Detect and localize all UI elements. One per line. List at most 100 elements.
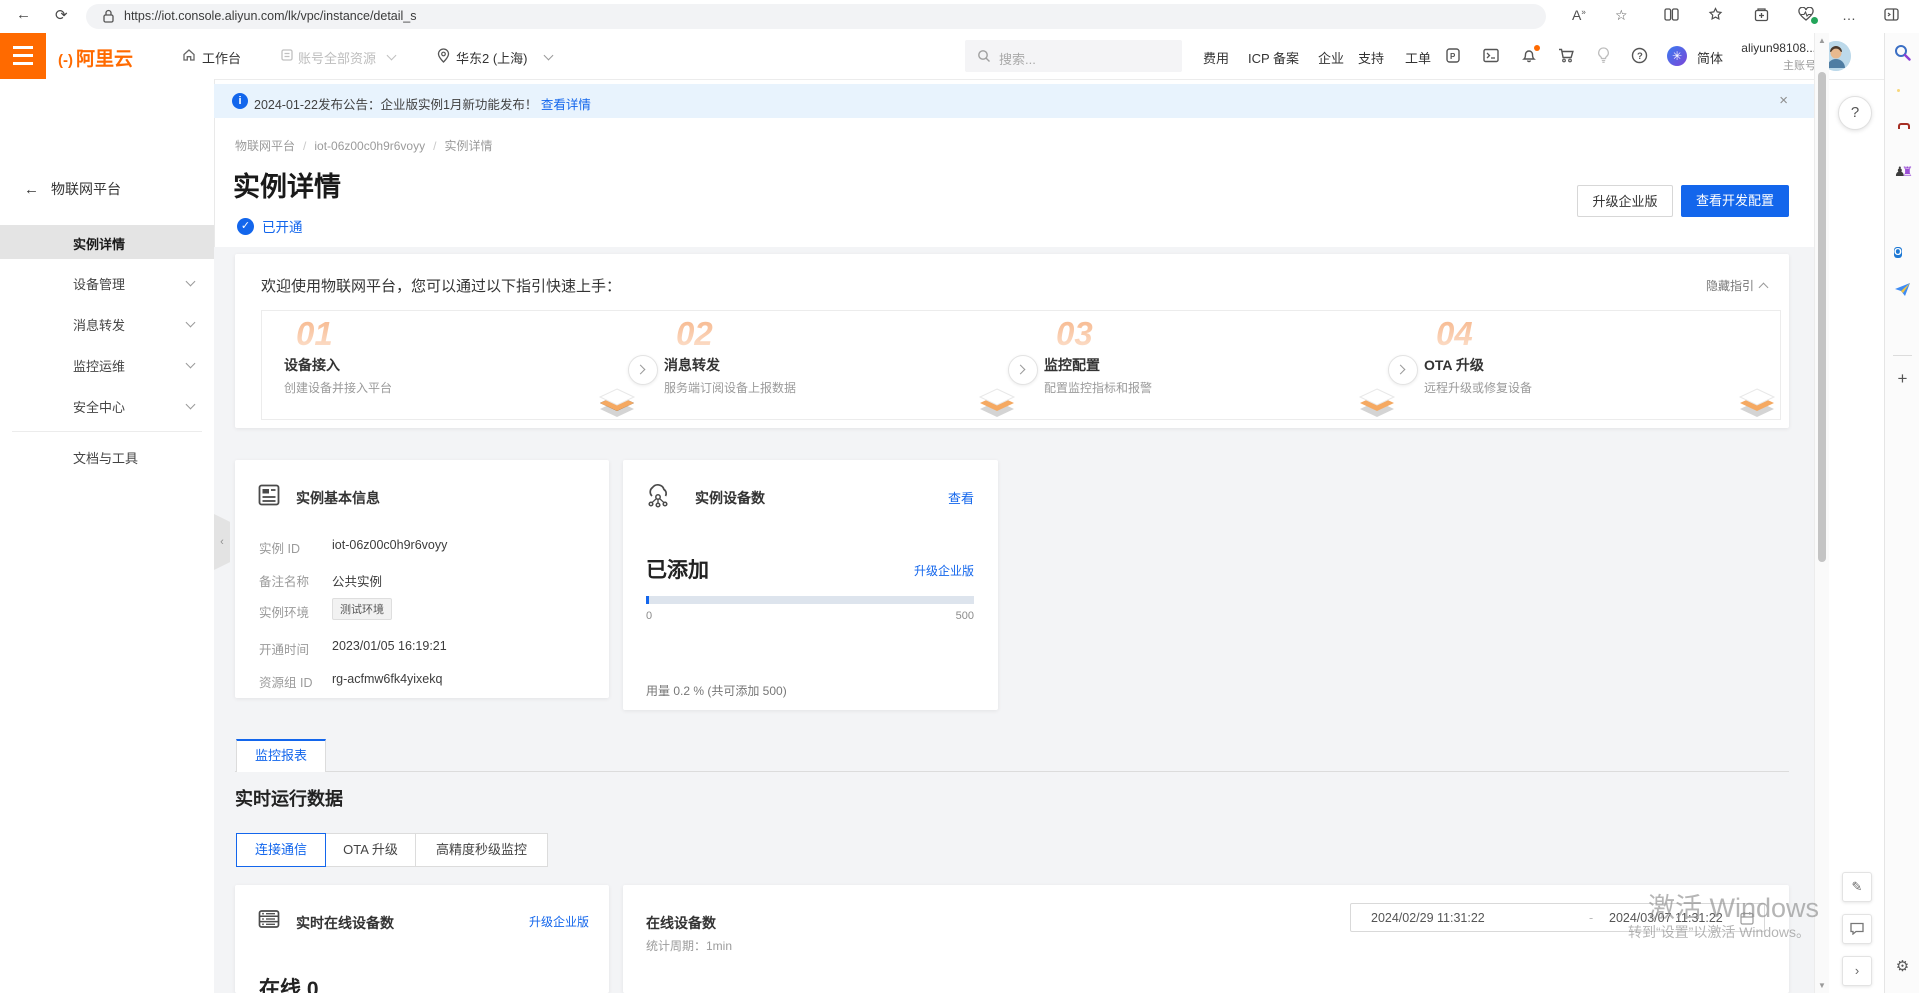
sidebar-item-message-forwarding[interactable]: 消息转发 [0,306,214,340]
sidebar-item-monitoring-ops[interactable]: 监控运维 [0,347,214,381]
tab-monitor-report[interactable]: 监控报表 [236,739,326,772]
instance-device-count-card: 实例设备数 查看 已添加 升级企业版 0 500 用量 0.2 % (共可添加 … [623,460,998,710]
aliyun-logo[interactable]: (-) 阿里云 [58,44,133,71]
edge-add-icon[interactable]: + [1894,369,1911,386]
tab-connection-comm[interactable]: 连接通信 [236,833,326,867]
assistant-compass-icon[interactable]: ✳ [1667,46,1687,66]
scroll-down-arrow-icon[interactable]: ▼ [1818,981,1826,990]
instance-basic-info-card: 实例基本信息 实例 ID iot-06z00c0h9r6voyy 备注名称 公共… [235,460,609,698]
scrollbar-thumb[interactable] [1818,72,1826,562]
step-number: 04 [1436,315,1473,353]
edge-search-icon[interactable] [1894,44,1911,61]
favorites-hub-icon[interactable] [1708,7,1723,22]
svg-text:?: ? [1637,51,1643,62]
browser-menu-icon[interactable]: … [1842,7,1857,23]
tab-ota-upgrade[interactable]: OTA 升级 [325,833,416,867]
tab-high-precision-monitor[interactable]: 高精度秒级监控 [415,833,548,867]
guide-step-message-forwarding[interactable]: 02 消息转发 服务端订阅设备上报数据 [642,311,1022,419]
view-dev-config-button[interactable]: 查看开发配置 [1681,185,1789,217]
edge-drop-plane-icon[interactable] [1894,282,1911,299]
edge-outlook-icon[interactable]: O [1894,242,1911,259]
step-title: 监控配置 [1044,355,1100,375]
sidebar-item-device-management[interactable]: 设备管理 [0,265,214,299]
edge-sidebar: ♟♜ O + ⚙ [1884,33,1919,993]
edge-tools-icon[interactable] [1894,127,1911,144]
date-to-value[interactable]: 2024/03/07 11:31:22 [1609,911,1723,925]
step-desc: 创建设备并接入平台 [284,379,392,396]
nav-region-selector[interactable]: 华东2 (上海) [456,48,528,67]
browser-refresh-icon[interactable]: ⟳ [55,6,68,24]
announcement-banner: i 2024-01-22发布公告：企业版实例1月新功能发布！ 查看详情 × [214,84,1814,118]
banner-close-icon[interactable]: × [1779,92,1788,109]
view-link[interactable]: 查看 [948,488,974,507]
sidebar-item-instance-detail[interactable]: 实例详情 [0,225,214,259]
collections-icon[interactable] [1754,7,1769,22]
sidebar-collapse-handle[interactable]: ‹ [214,514,230,570]
announcement-detail-link[interactable]: 查看详情 [541,98,591,112]
device-count-title: 实例设备数 [695,488,765,508]
products-menu-button[interactable] [0,33,46,79]
calendar-icon[interactable] [1740,911,1754,925]
edge-shopping-tag-icon[interactable] [1894,86,1911,103]
guide-step-ota-upgrade[interactable]: 04 OTA 升级 远程升级或修复设备 [1402,311,1782,419]
upgrade-enterprise-link[interactable]: 升级企业版 [529,913,589,930]
edge-settings-gear-icon[interactable]: ⚙ [1894,957,1911,974]
edge-sidebar-divider [1893,355,1912,356]
read-aloud-icon[interactable]: A» [1572,7,1586,23]
split-screen-icon[interactable] [1664,7,1679,22]
help-icon[interactable]: ? [1631,47,1648,64]
app-download-icon[interactable]: P [1445,47,1461,64]
date-range-picker[interactable]: 2024/02/29 11:31:22 - 2024/03/07 11:31:2… [1350,903,1765,932]
url-text[interactable]: https://iot.console.aliyun.com/lk/vpc/in… [124,9,417,23]
step-desc: 远程升级或修复设备 [1424,379,1532,396]
nav-support[interactable]: 支持 [1358,48,1384,67]
edge-copilot-icon[interactable] [1894,203,1911,220]
guide-next-chevron[interactable] [1008,355,1038,385]
account-info[interactable]: aliyun98108... 主账号 [1736,41,1816,73]
nav-tickets[interactable]: 工单 [1405,48,1431,67]
terminal-icon[interactable] [1483,48,1499,63]
console-search-input[interactable]: 搜索... [965,40,1182,72]
date-from-value[interactable]: 2024/02/29 11:31:22 [1371,911,1485,925]
chevron-down-icon [186,318,196,328]
browser-back-icon[interactable]: ← [16,6,31,23]
guide-step-device-access[interactable]: 01 设备接入 创建设备并接入平台 [262,311,642,419]
nav-language[interactable]: 简体 [1697,48,1723,67]
hide-guide-link[interactable]: 隐藏指引 [1706,277,1767,294]
guide-next-chevron[interactable] [628,355,658,385]
sidebar-item-security-center[interactable]: 安全中心 [0,388,214,422]
upgrade-enterprise-link[interactable]: 升级企业版 [914,562,974,579]
nav-billing[interactable]: 费用 [1203,48,1229,67]
nav-enterprise[interactable]: 企业 [1318,48,1344,67]
breadcrumb-platform[interactable]: 物联网平台 [235,139,295,153]
collapse-widgets-button[interactable]: › [1842,956,1872,986]
guide-next-chevron[interactable] [1388,355,1418,385]
back-arrow-icon[interactable]: ← [24,181,39,198]
survey-pencil-button[interactable]: ✎ [1842,872,1872,902]
screenshot-root: ← ⟳ https://iot.console.aliyun.com/lk/vp… [0,0,1919,993]
sidebar-item-docs-tools[interactable]: 文档与工具 [0,439,214,473]
sidebar-panel-icon[interactable] [1884,7,1899,22]
sidebar-back[interactable]: ← 物联网平台 [24,179,121,199]
server-grid-icon [258,908,280,930]
breadcrumb-instance-id[interactable]: iot-06z00c0h9r6voyy [314,139,425,153]
page-scrollbar[interactable]: ▲ ▼ [1814,33,1829,993]
lightbulb-icon[interactable] [1597,47,1610,64]
cart-icon[interactable] [1558,48,1575,63]
favorite-star-icon[interactable]: ☆ [1615,7,1628,24]
sidebar-divider [12,431,202,432]
stat-period: 统计周期：1min [646,937,732,954]
nav-account-scope[interactable]: 账号全部资源 [298,48,376,67]
step-number: 03 [1056,315,1093,353]
feedback-chat-button[interactable] [1842,914,1872,944]
guide-step-monitor-config[interactable]: 03 监控配置 配置监控指标和报警 [1022,311,1402,419]
realtime-online-devices-card: 实时在线设备数 升级企业版 在线 0 [235,885,609,993]
upgrade-enterprise-button[interactable]: 升级企业版 [1577,185,1673,217]
nav-workbench[interactable]: 工作台 [202,48,241,67]
lock-icon[interactable] [103,9,114,23]
scroll-up-arrow-icon[interactable]: ▲ [1818,36,1826,45]
breadcrumb: 物联网平台/iot-06z00c0h9r6voyy/实例详情 [235,137,492,154]
help-floating-button[interactable]: ? [1838,96,1872,130]
nav-icp[interactable]: ICP 备案 [1248,48,1299,67]
edge-games-chess-icon[interactable]: ♟♜ [1894,164,1911,181]
